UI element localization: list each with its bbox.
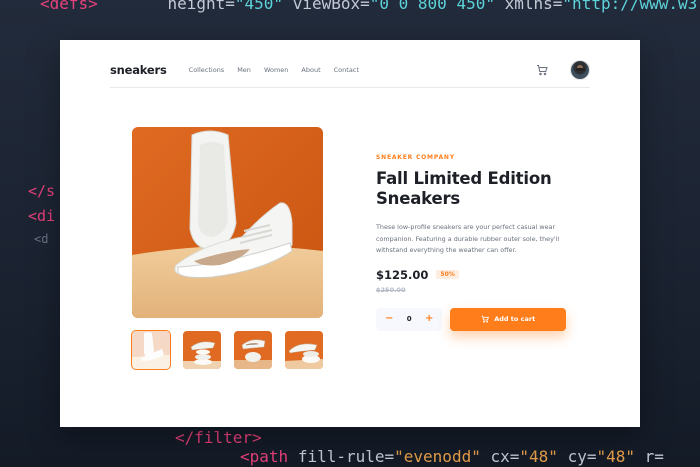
thumbnail-strip (131, 330, 323, 370)
code-token: "0 0 800 450" (369, 0, 495, 13)
discount-badge: 50% (436, 270, 459, 279)
cart-actions: − 0 + Add to cart (376, 307, 566, 331)
nav-link-women[interactable]: Women (264, 66, 288, 74)
cart-icon (481, 315, 490, 323)
code-token: cy= (567, 447, 597, 466)
code-token: </filter> (175, 428, 262, 447)
quantity-value: 0 (406, 315, 412, 323)
code-token: "450" (234, 0, 284, 13)
thumbnail-2[interactable] (183, 331, 221, 369)
site-logo[interactable]: sneakers (110, 63, 167, 77)
cart-icon[interactable] (536, 64, 548, 76)
nav-link-collections[interactable]: Collections (189, 66, 225, 74)
product-details: SNEAKER COMPANY Fall Limited Edition Sne… (376, 154, 566, 331)
thumbnail-4[interactable] (285, 331, 323, 369)
price-row: $125.00 50% (376, 268, 566, 282)
add-to-cart-label: Add to cart (494, 315, 536, 323)
code-line-side: </s (28, 182, 56, 200)
code-line-top: <defs> height="450" viewBox="0 0 800 450… (40, 0, 700, 13)
product-title: Fall Limited Edition Sneakers (376, 169, 552, 208)
code-token: viewBox= (292, 0, 370, 13)
add-to-cart-button[interactable]: Add to cart (450, 307, 566, 331)
nav-link-about[interactable]: About (301, 66, 320, 74)
code-token: <defs> (40, 0, 98, 13)
code-line-side: <di (28, 207, 56, 225)
product-page: sneakers Collections Men Women About Con… (60, 40, 640, 427)
code-line-bottom: <path fill-rule="evenodd" cx="48" cy="48… (240, 447, 664, 466)
nav-links: Collections Men Women About Contact (189, 66, 359, 74)
code-token: height= (167, 0, 235, 13)
code-token: xmlns= (504, 0, 563, 13)
code-token: fill-rule= (297, 447, 395, 466)
code-line-bottom: </filter> (175, 428, 262, 447)
company-label: SNEAKER COMPANY (376, 154, 455, 161)
nav-link-contact[interactable]: Contact (334, 66, 359, 74)
code-line-side: <d (34, 232, 49, 246)
increase-quantity-button[interactable]: + (425, 314, 433, 324)
quantity-stepper: − 0 + (376, 307, 443, 331)
nav-link-men[interactable]: Men (237, 66, 251, 74)
code-token: r= (644, 447, 664, 466)
thumbnail-3[interactable] (234, 331, 272, 369)
top-navigation: sneakers Collections Men Women About Con… (110, 52, 590, 88)
code-token: <path (240, 447, 289, 466)
user-avatar[interactable] (570, 59, 590, 80)
code-token: cx= (490, 447, 520, 466)
original-price: $250.00 (376, 285, 406, 294)
thumbnail-1[interactable] (131, 330, 171, 370)
code-token: "48" (596, 447, 635, 466)
product-main-image[interactable] (132, 127, 323, 318)
product-description: These low-profile sneakers are your perf… (376, 223, 560, 254)
nav-actions (536, 59, 590, 80)
code-token: "evenodd" (394, 447, 481, 466)
decrease-quantity-button[interactable]: − (385, 314, 393, 324)
code-token: "http://www.w3.org/2000/svg" (562, 0, 700, 13)
current-price: $125.00 (376, 267, 429, 282)
code-token: "48" (519, 447, 558, 466)
